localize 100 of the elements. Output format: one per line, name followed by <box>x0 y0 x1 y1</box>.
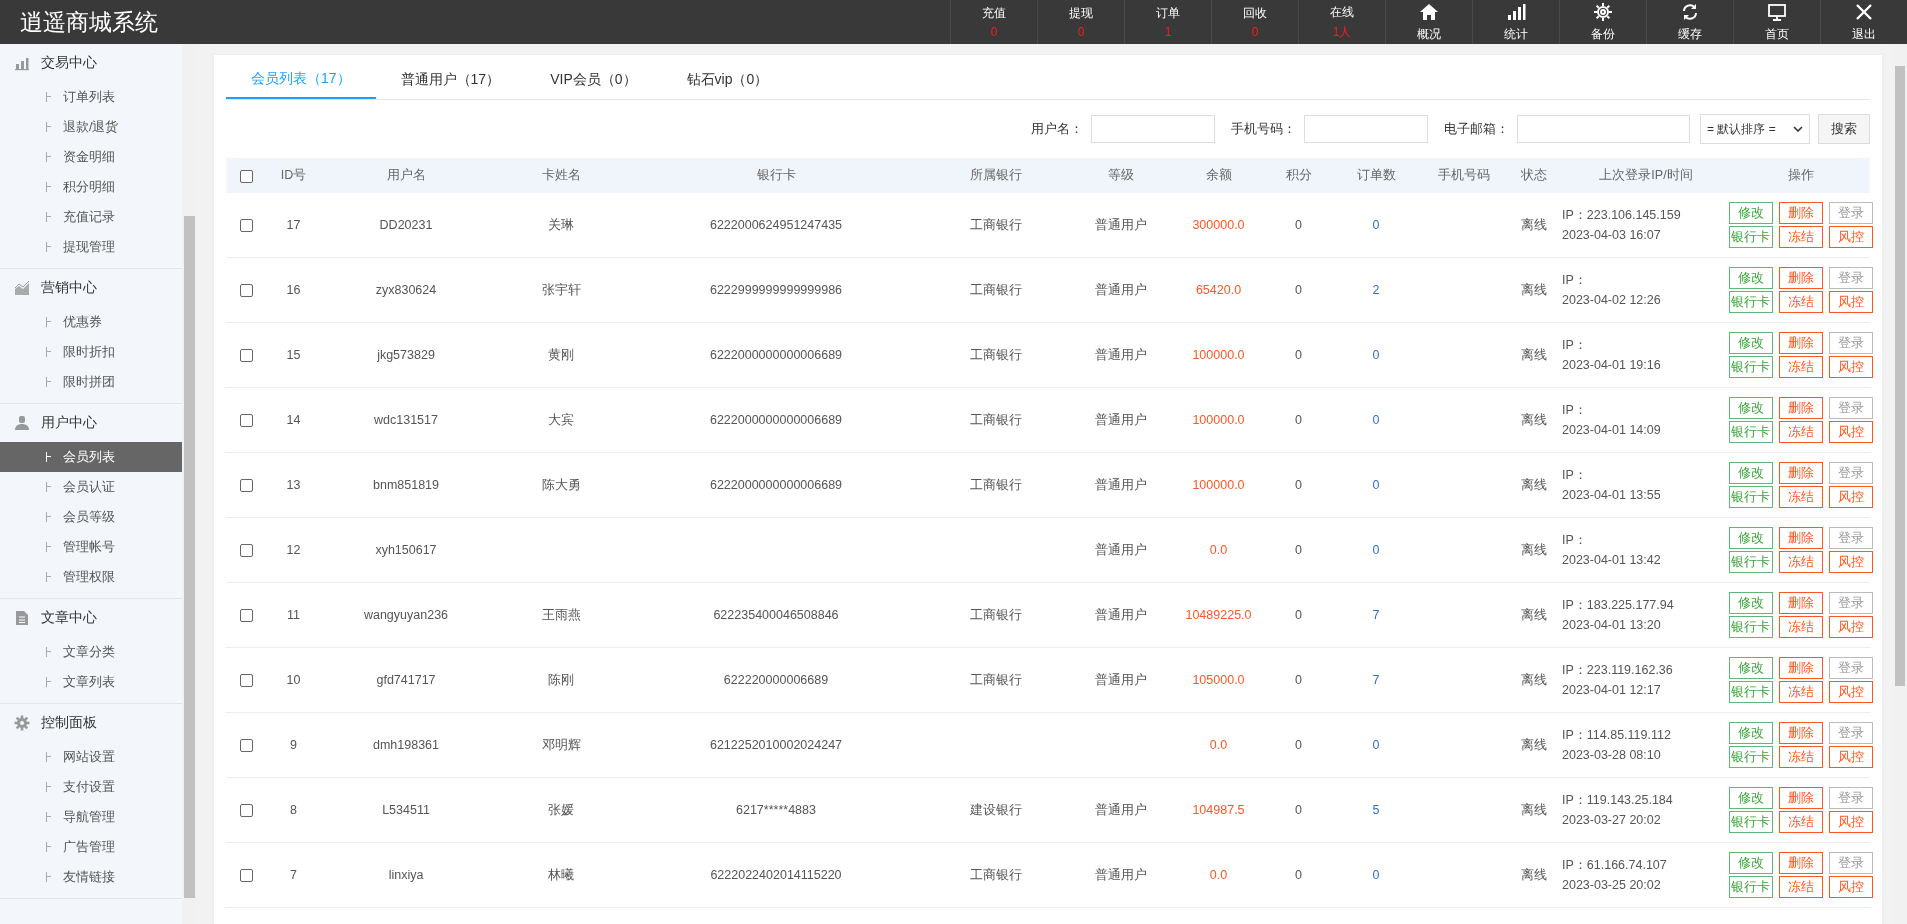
action-button[interactable]: 登录 <box>1828 397 1873 419</box>
sidebar-item[interactable]: 导航管理 <box>0 802 182 832</box>
input-field[interactable] <box>1091 115 1215 143</box>
sidebar-item[interactable]: 广告管理 <box>0 832 182 862</box>
action-button[interactable]: 冻结 <box>1778 876 1823 898</box>
sidebar-item[interactable]: 管理权限 <box>0 562 182 592</box>
action-button[interactable]: 修改 <box>1728 527 1773 549</box>
action-button[interactable]: 风控 <box>1828 876 1873 898</box>
action-button[interactable]: 风控 <box>1828 421 1873 443</box>
action-button[interactable]: 删除 <box>1778 657 1823 679</box>
action-button[interactable]: 银行卡 <box>1728 421 1773 443</box>
action-button[interactable]: 登录 <box>1828 527 1873 549</box>
action-button[interactable]: 冻结 <box>1778 811 1823 833</box>
action-button[interactable]: 登录 <box>1828 787 1873 809</box>
action-button[interactable]: 风控 <box>1828 746 1873 768</box>
sidebar-item[interactable]: 文章列表 <box>0 667 182 697</box>
action-button[interactable]: 修改 <box>1728 722 1773 744</box>
action-button[interactable]: 风控 <box>1828 356 1873 378</box>
action-button[interactable]: 银行卡 <box>1728 746 1773 768</box>
action-button[interactable]: 登录 <box>1828 332 1873 354</box>
action-button[interactable]: 登录 <box>1828 852 1873 874</box>
action-button[interactable]: 登录 <box>1828 462 1873 484</box>
action-button[interactable]: 冻结 <box>1778 291 1823 313</box>
action-button[interactable]: 风控 <box>1828 616 1873 638</box>
sidebar-item[interactable]: 文章分类 <box>0 637 182 667</box>
action-button[interactable]: 冻结 <box>1778 616 1823 638</box>
action-button[interactable]: 登录 <box>1828 722 1873 744</box>
input-field[interactable] <box>1304 115 1428 143</box>
action-button[interactable]: 删除 <box>1778 332 1823 354</box>
action-button[interactable]: 风控 <box>1828 226 1873 248</box>
action-button[interactable]: 删除 <box>1778 267 1823 289</box>
sidebar-item[interactable]: 充值记录 <box>0 202 182 232</box>
action-button[interactable]: 修改 <box>1728 267 1773 289</box>
input-field[interactable] <box>1517 115 1690 143</box>
action-button[interactable]: 删除 <box>1778 787 1823 809</box>
action-button[interactable]: 删除 <box>1778 462 1823 484</box>
sidebar-item[interactable]: 退款/退货 <box>0 112 182 142</box>
action-button[interactable]: 银行卡 <box>1728 486 1773 508</box>
action-button[interactable]: 修改 <box>1728 787 1773 809</box>
action-button[interactable]: 银行卡 <box>1728 681 1773 703</box>
action-button[interactable]: 银行卡 <box>1728 551 1773 573</box>
action-button[interactable]: 银行卡 <box>1728 291 1773 313</box>
action-button[interactable]: 修改 <box>1728 202 1773 224</box>
checkbox[interactable] <box>239 544 253 558</box>
action-button[interactable]: 银行卡 <box>1728 356 1773 378</box>
action-button[interactable]: 修改 <box>1728 332 1773 354</box>
checkbox[interactable] <box>239 349 253 363</box>
action-button[interactable]: 登录 <box>1828 592 1873 614</box>
action-button[interactable]: 修改 <box>1728 397 1773 419</box>
action-button[interactable]: 删除 <box>1778 852 1823 874</box>
sidebar-item[interactable]: 会员等级 <box>0 502 182 532</box>
checkbox[interactable] <box>239 609 253 623</box>
checkbox[interactable] <box>239 414 253 428</box>
sidebar-item[interactable]: 网站设置 <box>0 742 182 772</box>
action-button[interactable]: 修改 <box>1728 657 1773 679</box>
sidebar-item[interactable]: 限时折扣 <box>0 337 182 367</box>
action-button[interactable]: 风控 <box>1828 681 1873 703</box>
action-button[interactable]: 风控 <box>1828 551 1873 573</box>
action-button[interactable]: 登录 <box>1828 202 1873 224</box>
action-button[interactable]: 银行卡 <box>1728 226 1773 248</box>
action-button[interactable]: 冻结 <box>1778 551 1823 573</box>
action-button[interactable]: 风控 <box>1828 486 1873 508</box>
action-button[interactable]: 删除 <box>1778 397 1823 419</box>
checkbox[interactable] <box>239 869 253 883</box>
action-button[interactable]: 冻结 <box>1778 681 1823 703</box>
sidebar-item[interactable]: 优惠券 <box>0 307 182 337</box>
sidebar-item[interactable]: 限时拼团 <box>0 367 182 397</box>
sidebar-item[interactable]: 友情链接 <box>0 862 182 892</box>
action-button[interactable]: 删除 <box>1778 202 1823 224</box>
sidebar-item[interactable]: 管理帐号 <box>0 532 182 562</box>
checkbox[interactable] <box>239 284 253 298</box>
sidebar-item[interactable]: 资金明细 <box>0 142 182 172</box>
action-button[interactable]: 删除 <box>1778 527 1823 549</box>
tab[interactable]: VIP会员（0） <box>525 61 662 99</box>
scrollbar[interactable] <box>182 44 197 924</box>
action-button[interactable]: 冻结 <box>1778 226 1823 248</box>
action-button[interactable]: 修改 <box>1728 852 1773 874</box>
checkbox[interactable] <box>239 479 253 493</box>
tab[interactable]: 钻石vip（0） <box>661 61 794 99</box>
sidebar-item[interactable]: 支付设置 <box>0 772 182 802</box>
checkbox[interactable] <box>239 804 253 818</box>
action-button[interactable]: 银行卡 <box>1728 876 1773 898</box>
sort-dropdown[interactable]: = 默认排序 = <box>1700 114 1810 144</box>
checkbox[interactable] <box>239 219 253 233</box>
action-button[interactable]: 冻结 <box>1778 421 1823 443</box>
action-button[interactable]: 修改 <box>1728 592 1773 614</box>
checkbox[interactable] <box>239 674 253 688</box>
tab[interactable]: 普通用户（17） <box>375 61 526 99</box>
action-button[interactable]: 风控 <box>1828 811 1873 833</box>
action-button[interactable]: 风控 <box>1828 291 1873 313</box>
sidebar-item[interactable]: 会员认证 <box>0 472 182 502</box>
checkbox[interactable] <box>239 739 253 753</box>
action-button[interactable]: 银行卡 <box>1728 616 1773 638</box>
sidebar-item[interactable]: 会员列表 <box>0 442 182 472</box>
action-button[interactable]: 登录 <box>1828 657 1873 679</box>
action-button[interactable]: 冻结 <box>1778 356 1823 378</box>
sidebar-item[interactable]: 积分明细 <box>0 172 182 202</box>
sidebar-item[interactable]: 提现管理 <box>0 232 182 262</box>
tab[interactable]: 会员列表（17） <box>226 61 376 99</box>
action-button[interactable]: 冻结 <box>1778 746 1823 768</box>
